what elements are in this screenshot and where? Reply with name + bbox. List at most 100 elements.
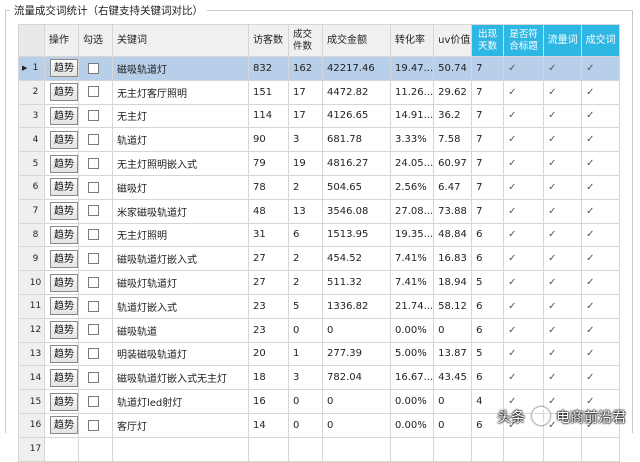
trend-button[interactable]: 趋势 — [50, 225, 78, 244]
trend-button[interactable]: 趋势 — [50, 321, 78, 340]
trend-button[interactable]: 趋势 — [50, 368, 78, 387]
keyword-cell: 无主灯照明 — [112, 222, 249, 248]
row-checkbox[interactable] — [88, 134, 99, 146]
row-checkbox[interactable] — [88, 276, 99, 288]
row-checkbox[interactable] — [88, 62, 99, 74]
trend-button[interactable]: 趋势 — [50, 249, 78, 268]
deal-tick-icon: ✓ — [581, 174, 621, 200]
keyword-cell: 客厅灯 — [112, 412, 249, 438]
row-checkbox[interactable] — [88, 86, 99, 98]
col-header-visitors[interactable]: 访客数 — [248, 24, 289, 57]
visitors-cell: 90 — [248, 127, 289, 153]
uv-cell: 48.84 — [433, 222, 473, 248]
trend-button[interactable]: 趋势 — [50, 154, 78, 173]
amount-cell: 4816.27 — [322, 151, 391, 176]
table-row[interactable]: 8 趋势 无主灯照明 31 6 1513.95 19.35... 48.84 6 ✓ ✓ ✓ — [18, 222, 621, 248]
row-checkbox[interactable] — [88, 372, 99, 383]
row-checkbox[interactable] — [88, 348, 99, 360]
visitors-cell: 151 — [248, 79, 289, 105]
table-row[interactable]: 7 趋势 米家磁吸轨道灯 48 13 3546.08 27.08... 73.88 7 ✓ ✓ ✓ — [18, 198, 621, 224]
trend-button[interactable]: 趋势 — [50, 178, 78, 197]
table-row[interactable]: 6 趋势 磁吸灯 78 2 504.65 2.56% 6.47 7 ✓ ✓ ✓ — [18, 174, 621, 200]
table-row[interactable]: 5 趋势 无主灯照明嵌入式 79 19 4816.27 24.05... 60.97 7 ✓ ✓ ✓ — [18, 151, 621, 176]
traffic-tick-icon: ✓ — [543, 79, 583, 105]
col-header-conversion[interactable]: 转化率 — [389, 24, 435, 57]
traffic-tick-icon: ✓ — [543, 317, 583, 343]
row-number: 16 — [18, 412, 45, 438]
table-row[interactable]: 2 趋势 无主灯客厅照明 151 17 4472.82 11.26... 29.62 7 ✓ ✓ ✓ — [18, 79, 621, 105]
table-row[interactable]: 17 — [18, 436, 621, 462]
table-row[interactable]: 9 趋势 磁吸轨道灯嵌入式 27 2 454.52 7.41% 16.83 6 ✓ ✓ ✓ — [18, 246, 621, 272]
deal-tick-icon: ✓ — [581, 222, 621, 248]
trend-button[interactable]: 趋势 — [50, 83, 78, 102]
row-number: ▶ 1 — [18, 56, 45, 81]
trend-button[interactable]: 趋势 — [50, 106, 78, 125]
conversion-cell: 3.33% — [389, 127, 435, 153]
orders-cell: 6 — [288, 222, 323, 248]
trend-button[interactable]: 趋势 — [50, 416, 78, 435]
col-header-orders[interactable]: 成交 件数 — [288, 24, 323, 57]
row-number: 2 — [18, 79, 45, 105]
col-header-check[interactable]: 勾选 — [78, 24, 113, 57]
col-header-deal[interactable]: 成交词 — [581, 24, 621, 57]
keyword-cell: 无主灯客厅照明 — [112, 79, 249, 105]
trend-button[interactable]: 趋势 — [50, 392, 78, 411]
table-row[interactable]: 13 趋势 明装磁吸轨道灯 20 1 277.39 5.00% 13.87 5 ✓ ✓ ✓ — [18, 341, 621, 367]
row-number-label: 5 — [32, 158, 39, 169]
row-number-label: 9 — [32, 253, 39, 264]
trend-button[interactable]: 趋势 — [50, 59, 78, 78]
table-row[interactable]: 4 趋势 轨道灯 90 3 681.78 3.33% 7.58 7 ✓ ✓ ✓ — [18, 127, 621, 153]
trend-button[interactable]: 趋势 — [50, 344, 78, 363]
uv-cell: 0 — [433, 412, 473, 438]
deal-tick-icon: ✓ — [581, 79, 621, 105]
orders-cell — [288, 436, 323, 462]
visitors-cell: 27 — [248, 270, 289, 295]
conversion-cell: 0.00% — [389, 389, 435, 414]
table-row[interactable]: 11 趋势 轨道灯嵌入式 23 5 1336.82 21.74... 58.12 6 ✓ ✓ ✓ — [18, 293, 621, 319]
conversion-cell: 5.00% — [389, 341, 435, 367]
row-checkbox[interactable] — [88, 419, 99, 431]
col-header-days[interactable]: 出现 天数 — [471, 24, 505, 57]
table-row[interactable]: 3 趋势 无主灯 114 17 4126.65 14.91... 36.2 7 ✓ ✓ ✓ — [18, 103, 621, 129]
row-checkbox[interactable] — [88, 395, 99, 407]
col-header-uv[interactable]: uv价值 — [433, 24, 473, 57]
keyword-cell — [112, 436, 249, 462]
row-checkbox[interactable] — [88, 181, 99, 193]
col-header-amount[interactable]: 成交金额 — [322, 24, 391, 57]
table-row[interactable]: 12 趋势 磁吸轨道 23 0 0 0.00% 0 6 ✓ ✓ ✓ — [18, 317, 621, 343]
trend-button[interactable]: 趋势 — [50, 130, 78, 149]
conversion-cell: 7.41% — [389, 246, 435, 272]
col-header-traffic[interactable]: 流量词 — [543, 24, 583, 57]
table-row[interactable]: 14 趋势 磁吸轨道灯嵌入式无主灯 18 3 782.04 16.67... 43.45 6 ✓ ✓… — [18, 365, 621, 391]
row-checkbox[interactable] — [88, 229, 99, 241]
uv-cell: 43.45 — [433, 365, 473, 391]
col-header-keyword[interactable]: 关键词 — [112, 24, 249, 57]
row-checkbox[interactable] — [88, 324, 99, 336]
row-number-label: 2 — [32, 87, 39, 98]
row-checkbox[interactable] — [88, 157, 99, 169]
trend-button[interactable]: 趋势 — [50, 202, 78, 221]
row-number: 14 — [18, 365, 45, 391]
col-header-match[interactable]: 是否符 合标题 — [503, 24, 545, 57]
table-row[interactable]: 10 趋势 磁吸灯轨道灯 27 2 511.32 7.41% 18.94 5 ✓ ✓ ✓ — [18, 270, 621, 295]
amount-cell: 1336.82 — [322, 293, 391, 319]
check-cell — [78, 365, 113, 391]
trend-button[interactable]: 趋势 — [50, 273, 78, 292]
row-checkbox[interactable] — [88, 300, 99, 312]
conversion-cell: 0.00% — [389, 412, 435, 438]
row-number: 15 — [18, 389, 45, 414]
row-pointer-icon: ▶ — [22, 64, 28, 72]
trend-button[interactable]: 趋势 — [50, 297, 78, 316]
op-cell — [44, 436, 79, 462]
match-tick-icon: ✓ — [503, 198, 545, 224]
row-checkbox[interactable] — [88, 205, 99, 217]
uv-cell: 50.74 — [433, 56, 473, 81]
visitors-cell: 27 — [248, 246, 289, 272]
row-checkbox[interactable] — [88, 110, 99, 122]
row-checkbox[interactable] — [88, 253, 99, 265]
table-row[interactable]: ▶ 1 趋势 磁吸轨道灯 832 162 42217.46 19.47... 50.74 7 ✓ ✓ ✓ — [18, 56, 621, 81]
op-cell: 趋势 — [44, 222, 79, 248]
col-header-op[interactable]: 操作 — [44, 24, 79, 57]
deal-tick-icon: ✓ — [581, 127, 621, 153]
deal-tick-icon: ✓ — [581, 56, 621, 81]
